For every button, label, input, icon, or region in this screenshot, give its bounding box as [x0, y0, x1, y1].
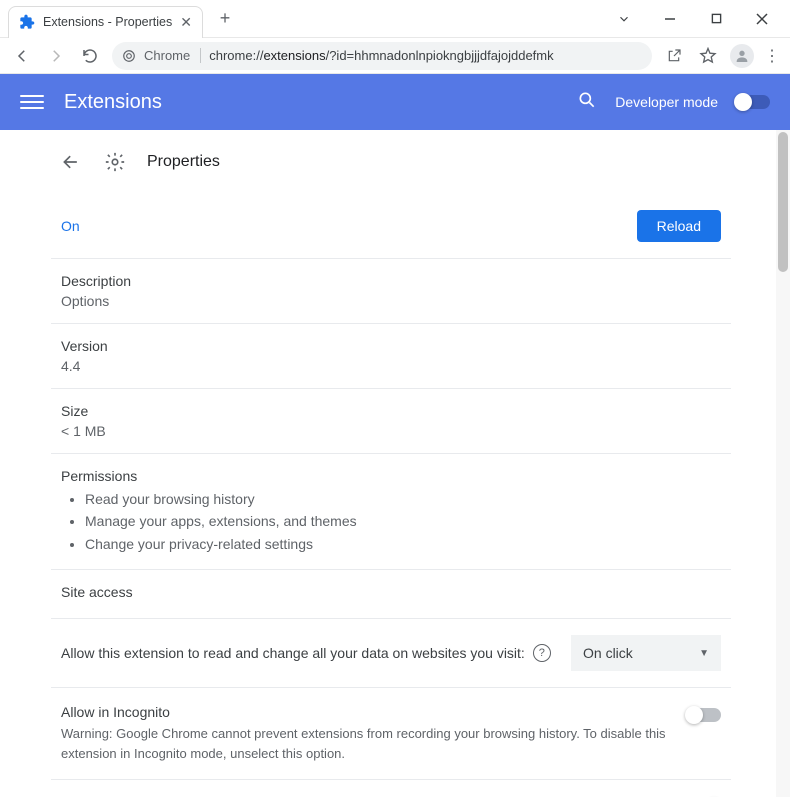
site-access-section: Site access	[51, 569, 731, 618]
reload-button[interactable]: Reload	[637, 210, 721, 242]
back-button[interactable]	[10, 44, 34, 68]
incognito-desc: Warning: Google Chrome cannot prevent ex…	[61, 724, 667, 763]
scrollbar-thumb[interactable]	[778, 132, 788, 272]
back-arrow-button[interactable]	[59, 150, 83, 174]
search-icon[interactable]	[577, 90, 597, 115]
profile-avatar[interactable]	[730, 44, 754, 68]
gear-icon	[103, 150, 127, 174]
url-scheme-chip: Chrome	[144, 48, 201, 63]
developer-mode-toggle[interactable]	[736, 95, 770, 109]
chevron-down-icon[interactable]	[610, 5, 638, 33]
forward-button[interactable]	[44, 44, 68, 68]
version-section: Version 4.4	[51, 323, 731, 388]
chevron-down-icon: ▼	[699, 648, 709, 659]
close-tab-icon[interactable]: ✕	[180, 14, 192, 31]
menu-button[interactable]: ⋮	[764, 46, 780, 66]
permissions-label: Permissions	[61, 468, 721, 484]
close-window-button[interactable]	[748, 5, 776, 33]
minimize-button[interactable]	[656, 5, 684, 33]
status-on-label: On	[61, 218, 80, 234]
bookmark-star-icon[interactable]	[696, 44, 720, 68]
window-controls	[610, 5, 790, 33]
extensions-header: Extensions Developer mode	[0, 74, 790, 130]
share-icon[interactable]	[662, 44, 686, 68]
maximize-button[interactable]	[702, 5, 730, 33]
puzzle-icon	[19, 14, 35, 30]
reload-nav-button[interactable]	[78, 44, 102, 68]
permission-item: Read your browsing history	[85, 488, 721, 510]
size-label: Size	[61, 403, 721, 419]
site-access-dropdown[interactable]: On click ▼	[571, 635, 721, 671]
incognito-title: Allow in Incognito	[61, 704, 667, 720]
file-urls-row: Allow access to file URLs	[51, 779, 731, 797]
description-label: Description	[61, 273, 721, 289]
dropdown-selected: On click	[583, 645, 633, 661]
version-value: 4.4	[61, 358, 721, 374]
site-access-label: Allow this extension to read and change …	[61, 645, 525, 661]
detail-header: Properties	[51, 130, 731, 194]
address-bar: Chrome chrome://extensions/?id=hhmnadonl…	[0, 38, 790, 74]
description-section: Description Options	[51, 258, 731, 323]
incognito-toggle[interactable]	[687, 708, 721, 722]
page-title: Extensions	[64, 91, 162, 114]
url-text: chrome://extensions/?id=hhmnadonlnpiokng…	[209, 48, 553, 63]
permission-item: Manage your apps, extensions, and themes	[85, 510, 721, 532]
description-value: Options	[61, 293, 721, 309]
new-tab-button[interactable]: +	[211, 5, 239, 33]
omnibox[interactable]: Chrome chrome://extensions/?id=hhmnadonl…	[112, 42, 652, 70]
permissions-section: Permissions Read your browsing history M…	[51, 453, 731, 569]
content-area: Properties On Reload Description Options…	[0, 130, 790, 797]
incognito-row: Allow in Incognito Warning: Google Chrom…	[51, 687, 731, 779]
site-access-heading: Site access	[61, 584, 721, 600]
tab-title: Extensions - Properties	[43, 15, 172, 29]
window-titlebar: Extensions - Properties ✕ +	[0, 0, 790, 38]
permission-item: Change your privacy-related settings	[85, 533, 721, 555]
size-value: < 1 MB	[61, 423, 721, 439]
chrome-icon	[122, 49, 136, 63]
version-label: Version	[61, 338, 721, 354]
menu-icon[interactable]	[20, 90, 44, 114]
browser-tab[interactable]: Extensions - Properties ✕	[8, 6, 203, 38]
help-icon[interactable]: ?	[533, 644, 551, 662]
extension-name: Properties	[147, 153, 220, 171]
size-section: Size < 1 MB	[51, 388, 731, 453]
developer-mode-label: Developer mode	[615, 94, 718, 110]
